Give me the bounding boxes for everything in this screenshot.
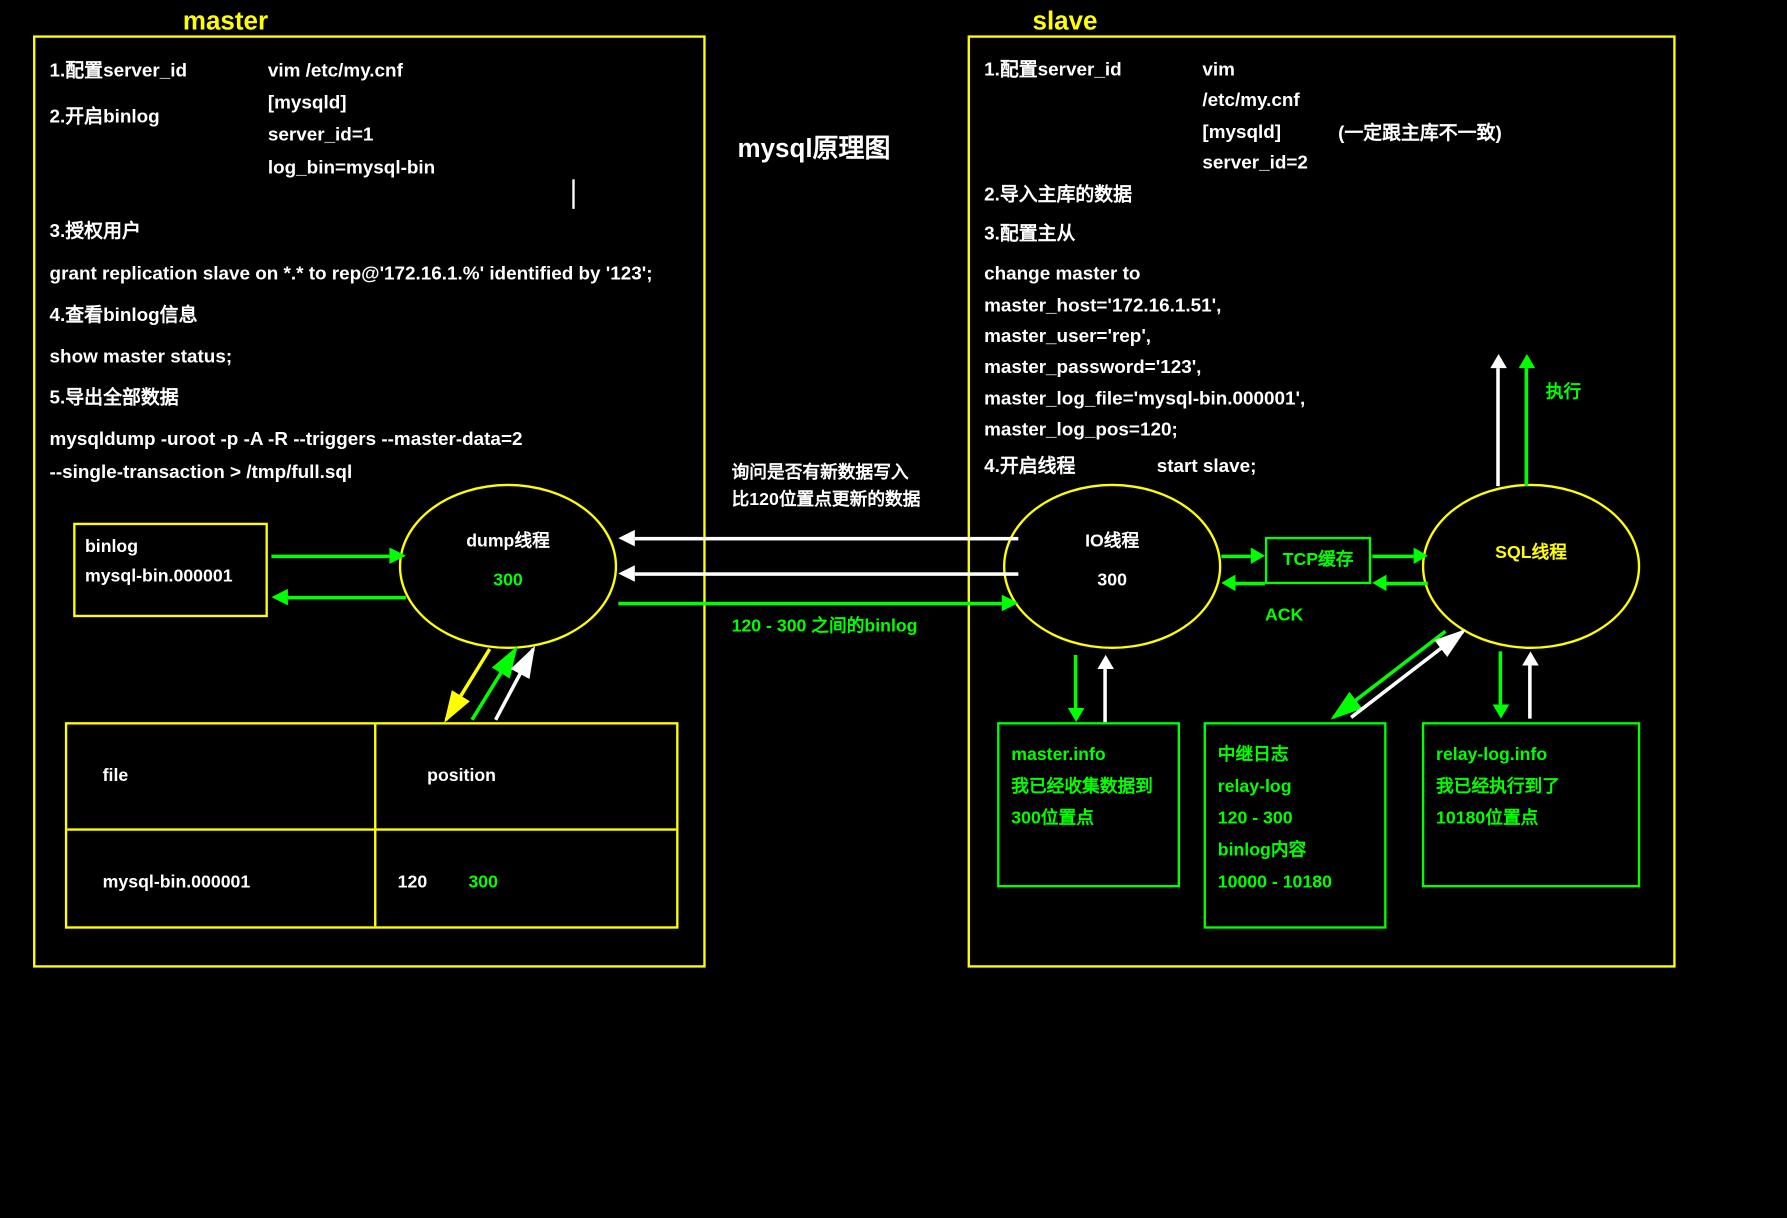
slave-cm6: master_log_pos=120; [984,416,1305,447]
io-val: 300 [1005,570,1219,590]
sql-thread: SQL线程 [1422,484,1640,649]
slave-step4: 4.开启线程 start slave; [984,451,1305,482]
slave-note: (一定跟主库不一致) [1338,119,1502,150]
title-master: master [183,6,268,37]
slave-cm4: master_password='123', [984,353,1305,384]
table-h1: file [103,766,129,786]
master-cfg2: [mysqld] [268,88,435,120]
text-cursor-icon [572,179,574,209]
relay-info-box: relay-log.info 我已经执行到了 10180位置点 [1422,722,1640,887]
rl-l3: 120 - 300 [1218,802,1373,834]
master-info-box: master.info 我已经收集数据到 300位置点 [997,722,1180,887]
master-step5: 5.导出全部数据 [50,382,653,414]
ack-label: ACK [1265,605,1303,625]
dump-label: dump线程 [401,527,615,552]
slave-step2: 2.导入主库的数据 [984,181,1305,212]
center-title: mysql原理图 [737,127,890,165]
master-dump2: --single-transaction > /tmp/full.sql [50,456,653,488]
table-c2b: 300 [468,872,498,892]
binlog-box: binlog mysql-bin.000001 [73,523,268,617]
mi-l3: 300位置点 [1011,802,1166,834]
range-text: 120 - 300 之间的binlog [732,614,918,641]
dump-thread: dump线程 300 [399,484,617,649]
rl-l1: 中继日志 [1218,739,1373,771]
master-show: show master status; [50,341,653,373]
mi-l1: master.info [1011,739,1166,771]
relay-log-box: 中继日志 relay-log 120 - 300 binlog内容 10000 … [1204,722,1387,929]
mi-l2: 我已经收集数据到 [1011,771,1166,803]
table-h2: position [427,766,496,786]
slave-cfg1: vim /etc/my.cnf [1202,55,1307,117]
master-step3: 3.授权用户 [50,216,653,248]
master-dump1: mysqldump -uroot -p -A -R --triggers --m… [50,424,653,456]
slave-step3: 3.配置主从 [984,219,1305,250]
master-cfg4: log_bin=mysql-bin [268,152,435,184]
query-text: 询问是否有新数据写入 比120位置点更新的数据 [732,460,921,513]
slave-cm2: master_host='172.16.1.51', [984,291,1305,322]
slave-cfg3: server_id=2 [1202,149,1307,180]
title-slave: slave [1033,6,1098,37]
master-grant: grant replication slave on *.* to rep@'1… [50,258,653,290]
exec-text: 执行 [1546,380,1581,407]
binlog-file: mysql-bin.000001 [85,566,256,586]
slave-steps: 1.配置server_id vim /etc/my.cnf [mysqld] s… [984,55,1305,482]
ri-l2: 我已经执行到了 [1436,771,1626,803]
status-table: file position mysql-bin.000001 120 300 [65,722,679,929]
ri-l1: relay-log.info [1436,739,1626,771]
arrow-dump-table [425,643,543,737]
master-step4: 4.查看binlog信息 [50,299,653,331]
rl-l2: relay-log [1218,771,1373,803]
sql-label: SQL线程 [1424,539,1638,564]
rl-l5: 10000 - 10180 [1218,866,1373,898]
master-steps: 1.配置server_id vim /etc/my.cnf [mysqld] s… [50,55,653,488]
tcp-cache: TCP缓存 [1265,537,1371,584]
rl-l4: binlog内容 [1218,834,1373,866]
binlog-label: binlog [85,537,256,557]
ri-l3: 10180位置点 [1436,802,1626,834]
io-label: IO线程 [1005,527,1219,552]
io-thread: IO线程 300 [1003,484,1221,649]
dump-val: 300 [401,570,615,590]
slave-cm1: change master to [984,260,1305,291]
slave-cm3: master_user='rep', [984,322,1305,353]
table-c1: mysql-bin.000001 [103,872,251,892]
table-c2a: 120 [398,872,428,892]
slave-cm5: master_log_file='mysql-bin.000001', [984,384,1305,415]
master-cfg3: server_id=1 [268,120,435,152]
arrow-sql-relaylog-g [1298,625,1475,731]
slave-cfg2: [mysqld] [1202,118,1307,149]
master-cfg1: vim /etc/my.cnf [268,55,435,87]
